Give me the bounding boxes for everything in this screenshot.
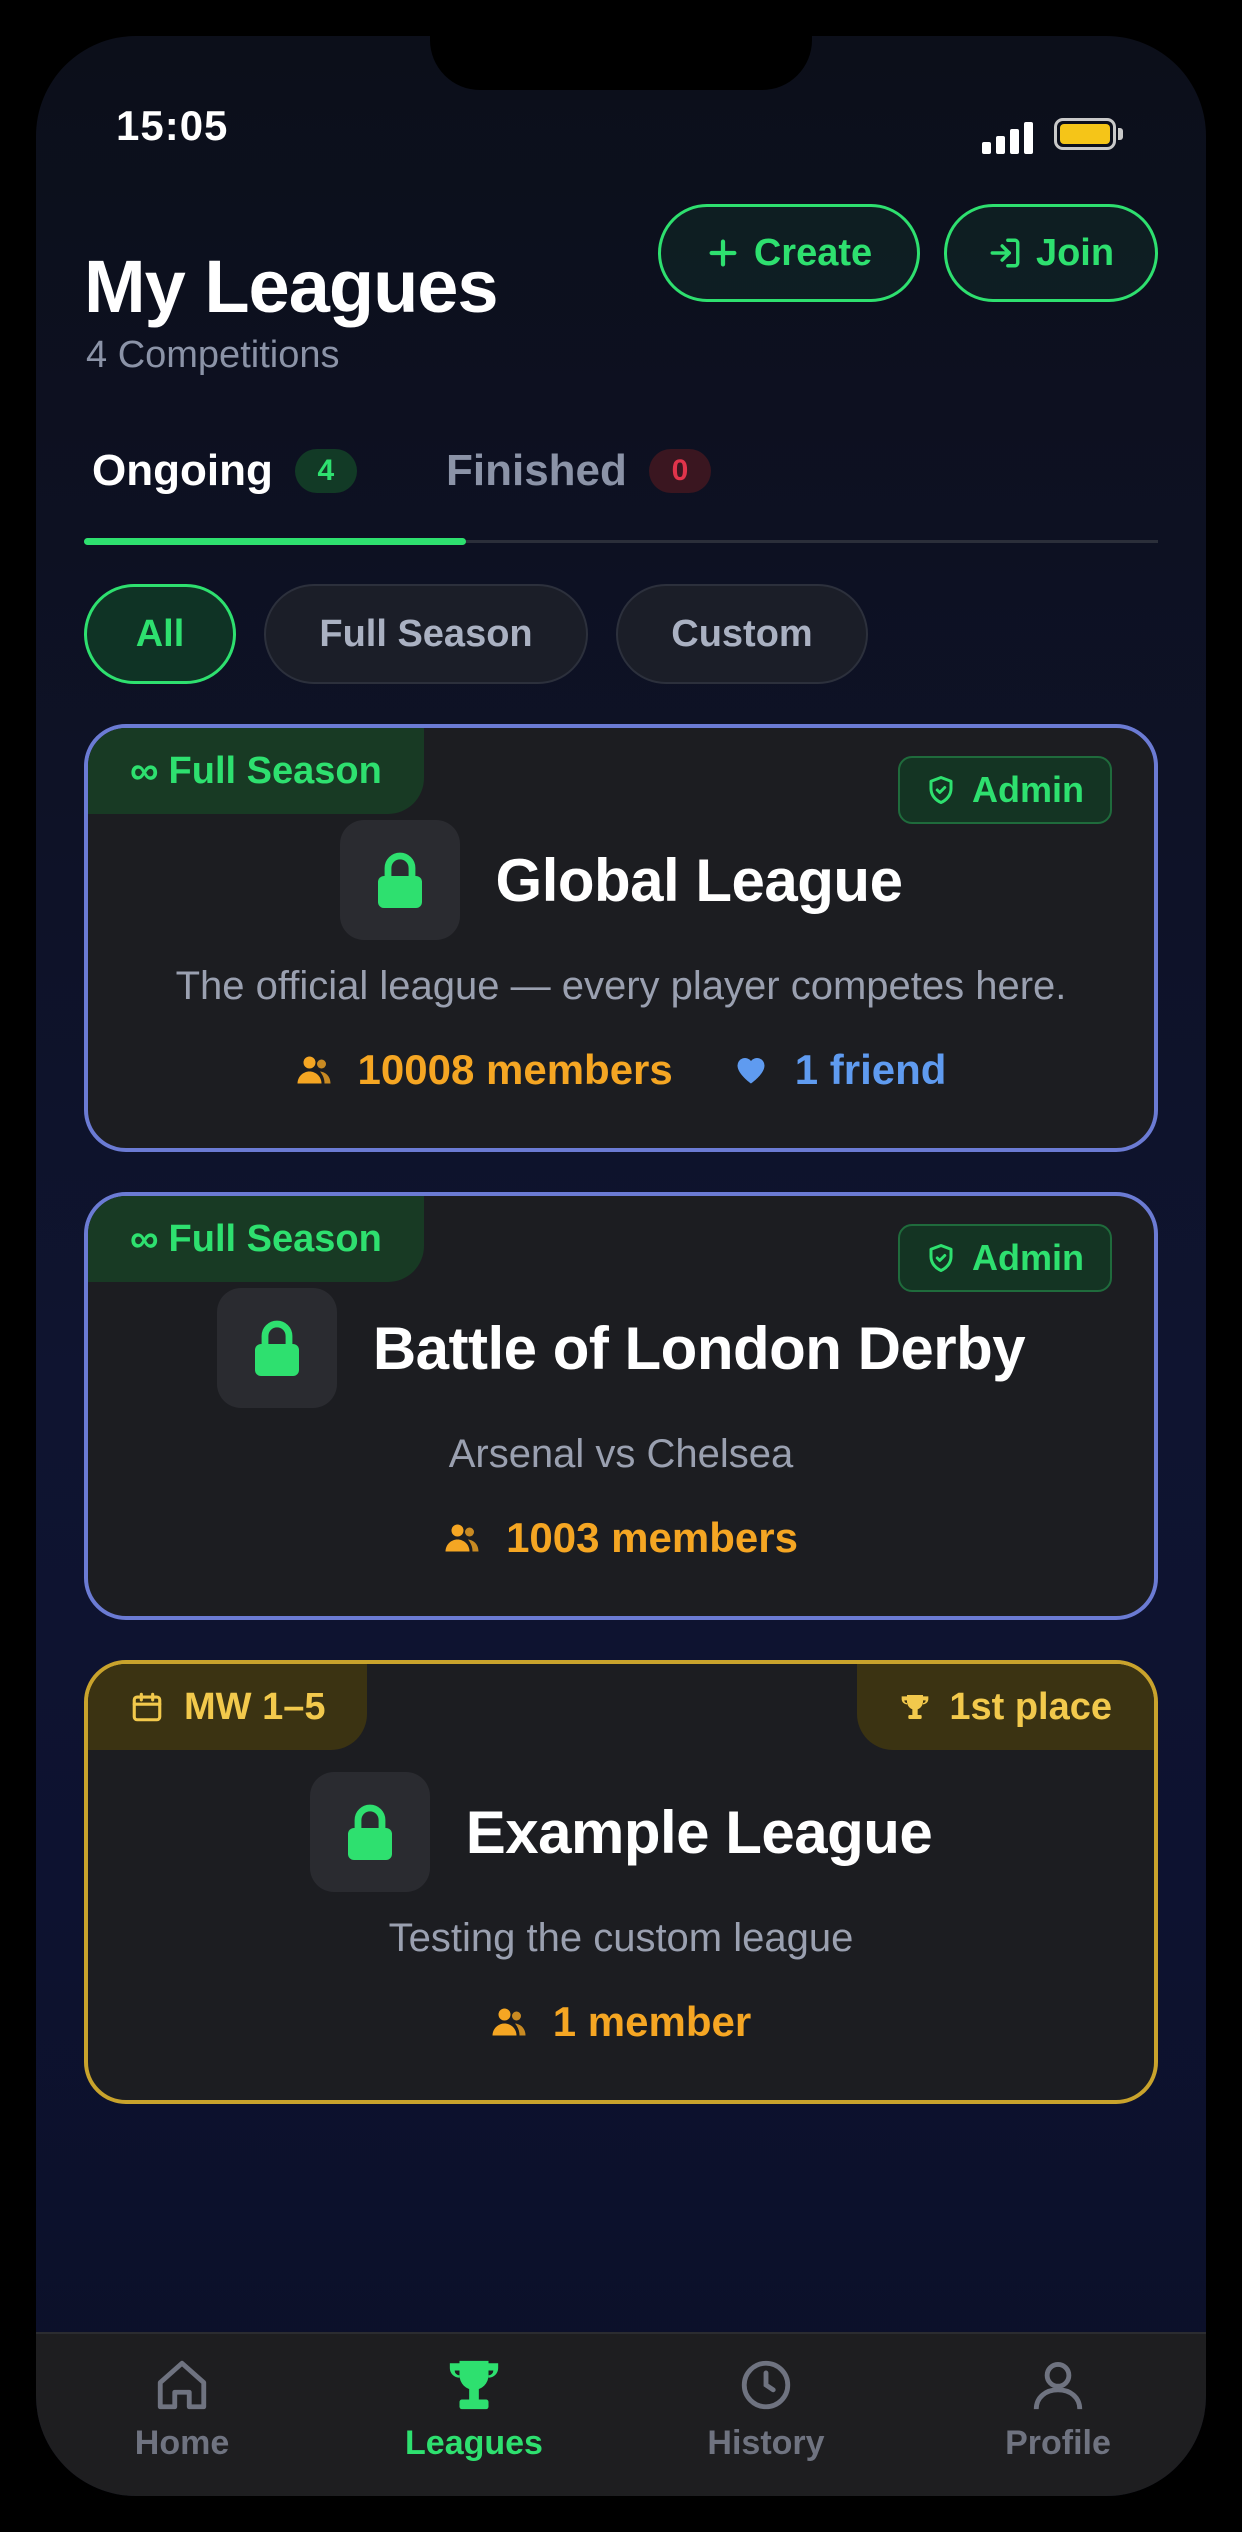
tab-label: Finished [446,446,627,495]
users-icon [492,2008,526,2036]
login-icon [990,238,1020,268]
nav-history[interactable]: History [666,2356,866,2463]
nav-label: History [707,2424,825,2462]
shield-icon [929,776,953,804]
league-title-row: Example League [88,1772,1154,1892]
bottom-nav: Home Leagues History Profile [36,2332,1206,2496]
nav-profile[interactable]: Profile [958,2356,1158,2463]
league-name: Battle of London Derby [372,1314,1026,1382]
tab-ongoing[interactable]: Ongoing 4 [92,446,357,496]
heart-icon [737,1058,765,1084]
tab-label: Ongoing [92,446,273,495]
league-stats: 1003 members [88,1514,1154,1562]
league-name: Example League [465,1798,933,1866]
members-count: 10008 members [296,1046,673,1094]
join-button-label: Join [1035,231,1115,274]
shield-icon [929,1244,953,1272]
signal-icon [982,122,1034,154]
league-card[interactable]: ∞ Full Season Admin Global League The of… [84,724,1158,1152]
join-button[interactable]: Join [944,204,1158,302]
count-badge: 4 [294,449,357,493]
members-label: 10008 members [357,1046,673,1093]
league-card[interactable]: ∞ Full Season Admin Battle of London Der… [84,1192,1158,1620]
app-screen: 15:05 My Leagues 4 Competitions Create J… [36,36,1206,2496]
season-tag-label: Full Season [168,1217,382,1260]
members-count: 1003 members [444,1514,798,1562]
members-label: 1003 members [506,1514,798,1561]
league-description: Testing the custom league [388,1916,854,1960]
admin-badge-label: Admin [972,1237,1084,1278]
lock-icon [309,1772,430,1892]
league-card[interactable]: MW 1–5 1st place Example League Testing … [84,1660,1158,2104]
infinity-icon: ∞ [130,748,159,793]
notch [430,36,812,90]
trophy-icon [449,2360,499,2410]
nav-label: Profile [1005,2424,1111,2462]
clock-icon [741,2360,791,2410]
rank-badge: 1st place [857,1664,1154,1750]
phone-frame: 15:05 My Leagues 4 Competitions Create J… [0,0,1242,2532]
season-tag: ∞ Full Season [88,728,424,814]
trophy-icon [902,1695,929,1719]
season-tag-label: Full Season [168,749,382,792]
league-title-row: Battle of London Derby [88,1288,1154,1408]
plus-icon [709,239,737,267]
active-tab-indicator [84,538,466,545]
league-stats: 10008 members 1 friend [88,1046,1154,1094]
admin-badge-label: Admin [972,769,1084,810]
status-time: 15:05 [116,102,229,149]
battery-icon [1054,118,1116,150]
users-icon [297,1056,331,1084]
members-count: 1 member [491,1998,751,2046]
filter-chip-full-season[interactable]: Full Season [264,584,588,684]
nav-label: Leagues [405,2424,543,2462]
rank-badge-label: 1st place [949,1685,1112,1728]
infinity-icon: ∞ [130,1216,159,1261]
season-tag: ∞ Full Season [88,1196,424,1282]
filter-chip-all[interactable]: All [84,584,236,684]
page-subtitle: 4 Competitions [86,334,340,376]
admin-badge: Admin [898,756,1112,824]
users-icon [445,1524,479,1552]
home-icon [157,2360,207,2410]
nav-label: Home [134,2424,230,2462]
league-description: Arsenal vs Chelsea [448,1432,794,1476]
league-stats: 1 member [88,1998,1154,2046]
league-tabs: Ongoing 4 Finished 0 [84,436,1158,546]
page-title: My Leagues [84,245,499,328]
league-description: The official league — every player compe… [175,964,1067,1008]
admin-badge: Admin [898,1224,1112,1292]
members-label: 1 member [552,1998,752,2045]
matchweek-tag: MW 1–5 [88,1664,368,1750]
create-button-label: Create [753,231,873,274]
user-icon [1033,2362,1083,2410]
nav-home[interactable]: Home [82,2356,282,2463]
lock-icon [216,1288,337,1408]
create-button[interactable]: Create [658,204,920,302]
nav-leagues[interactable]: Leagues [374,2356,574,2463]
friends-label: 1 friend [794,1046,947,1093]
friends-count: 1 friend [733,1046,947,1094]
count-badge: 0 [648,449,711,493]
matchweek-tag-label: MW 1–5 [184,1685,326,1728]
tab-finished[interactable]: Finished 0 [446,446,711,496]
calendar-icon [132,1692,162,1722]
league-name: Global League [495,846,903,914]
filter-chip-custom[interactable]: Custom [616,584,868,684]
league-title-row: Global League [88,820,1154,940]
lock-icon [339,820,460,940]
